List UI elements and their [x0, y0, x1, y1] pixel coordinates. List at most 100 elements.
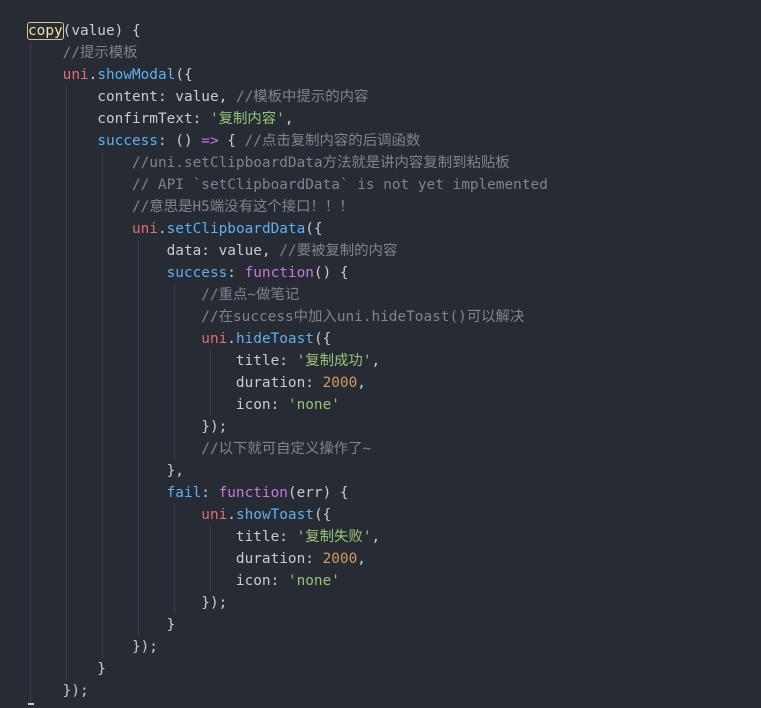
code-line[interactable]: success: function() {: [28, 262, 548, 284]
code-token-key: success: [97, 133, 158, 149]
code-line[interactable]: },: [28, 460, 548, 482]
code-token-key: success: [166, 265, 228, 281]
code-line[interactable]: //uni.setClipboardData方法就是讲内容复制到粘贴板: [28, 152, 548, 174]
indent-guide: [66, 372, 67, 394]
indent-guide: [102, 614, 103, 636]
code-token-punc: (err) {: [287, 485, 349, 501]
code-token-obj: uni: [131, 221, 158, 237]
code-token-obj: uni: [201, 507, 228, 523]
indent-guide: [138, 592, 139, 614]
code-line[interactable]: });: [28, 416, 548, 438]
code-token-number: 2000: [322, 375, 358, 391]
code-token-string: '复制成功': [296, 353, 372, 369]
code-token-op: =>: [201, 133, 219, 149]
indent-guide: [138, 262, 139, 284]
code-token-plain: (value) {: [62, 23, 141, 39]
indent-guide: [30, 328, 31, 350]
code-line[interactable]: confirmText: '复制内容',: [28, 108, 548, 130]
code-line[interactable]: });: [28, 636, 548, 658]
code-token-comment: //点击复制内容的后调函数: [244, 133, 421, 149]
code-line[interactable]: copy(value) {: [27, 20, 548, 42]
code-line[interactable]: //以下就可自定义操作了~: [28, 438, 548, 460]
indent-guide: [30, 240, 31, 262]
code-line[interactable]: icon: 'none': [28, 570, 548, 592]
code-token-prop: duration:: [28, 551, 323, 567]
indent-guide: [66, 614, 67, 636]
code-line[interactable]: success: () => { //点击复制内容的后调函数: [28, 130, 548, 152]
indent-guide: [66, 504, 67, 526]
indent-guide: [66, 262, 67, 284]
indent-guide: [66, 284, 67, 306]
indent-guide: [174, 372, 175, 394]
code-token-punc: ({: [305, 221, 323, 237]
indent-guide: [30, 42, 31, 64]
indent-guide: [102, 328, 103, 350]
code-line[interactable]: uni.showModal({: [28, 64, 548, 86]
code-line[interactable]: fail: function(err) {: [28, 482, 548, 504]
indent-guide: [102, 460, 103, 482]
code-line[interactable]: }: [28, 614, 548, 636]
indent-guide: [30, 174, 31, 196]
indent-guide: [210, 350, 211, 372]
indent-guide: [102, 526, 103, 548]
indent-guide: [174, 394, 175, 416]
indent-guide: [174, 306, 175, 328]
code-token-punc: },: [28, 463, 184, 479]
indent-guide: [66, 306, 67, 328]
indent-guide: [30, 196, 31, 218]
code-line[interactable]: }: [28, 658, 548, 680]
indent-guide: [66, 86, 67, 108]
code-line[interactable]: content: value, //模板中提示的内容: [28, 86, 548, 108]
indent-guide: [174, 438, 175, 460]
code-token-punc: ({: [313, 331, 332, 347]
code-token-prop: title:: [28, 353, 297, 369]
code-line[interactable]: uni.setClipboardData({: [28, 218, 548, 240]
code-line[interactable]: //重点~做笔记: [28, 284, 548, 306]
code-line[interactable]: });: [28, 680, 548, 702]
indent-guide: [30, 284, 31, 306]
code-token-comment: //uni.setClipboardData方法就是讲内容复制到粘贴板: [28, 155, 510, 171]
code-line[interactable]: uni.showToast({: [28, 504, 548, 526]
code-line[interactable]: title: '复制成功',: [28, 350, 548, 372]
code-line[interactable]: duration: 2000,: [28, 548, 548, 570]
code-line[interactable]: data: value, //要被复制的内容: [28, 240, 548, 262]
indent-guide: [66, 526, 67, 548]
code-lines[interactable]: copy(value) { //提示模板 uni.showModal({ con…: [27, 20, 548, 702]
indent-guide: [30, 460, 31, 482]
indent-guide: [30, 394, 31, 416]
indent-guide: [138, 328, 139, 350]
code-editor[interactable]: copy(value) { //提示模板 uni.showModal({ con…: [0, 0, 761, 708]
code-line[interactable]: //提示模板: [28, 42, 548, 64]
code-line[interactable]: //意思是H5端没有这个接口！！！: [28, 196, 548, 218]
code-token-key: fail: [166, 485, 202, 501]
indent-guide: [102, 218, 103, 240]
code-line[interactable]: // API `setClipboardData` is not yet imp…: [28, 174, 548, 196]
code-line[interactable]: duration: 2000,: [28, 372, 548, 394]
indent-guide: [138, 614, 139, 636]
code-line[interactable]: //在success中加入uni.hideToast()可以解决: [28, 306, 548, 328]
indent-guide: [138, 284, 139, 306]
indent-guide: [174, 328, 175, 350]
indent-guide: [174, 284, 175, 306]
code-token-method: setClipboardData: [166, 221, 306, 237]
indent-guide: [210, 394, 211, 416]
code-token-punc: .: [157, 221, 167, 237]
code-line[interactable]: uni.hideToast({: [28, 328, 548, 350]
indent-guide: [174, 592, 175, 614]
indent-guide: [30, 438, 31, 460]
code-line[interactable]: title: '复制失败',: [28, 526, 548, 548]
code-token-punc: ,: [371, 529, 381, 545]
indent-guide: [174, 548, 175, 570]
code-token-prop: title:: [28, 529, 297, 545]
indent-guide: [102, 350, 103, 372]
indent-guide: [66, 130, 67, 152]
indent-guide: [30, 350, 31, 372]
indent-guide: [102, 196, 103, 218]
code-token-punc: });: [28, 683, 89, 699]
code-line[interactable]: icon: 'none': [28, 394, 548, 416]
code-token-punc: ({: [313, 507, 332, 523]
indent-guide: [138, 482, 139, 504]
code-line[interactable]: });: [28, 592, 548, 614]
